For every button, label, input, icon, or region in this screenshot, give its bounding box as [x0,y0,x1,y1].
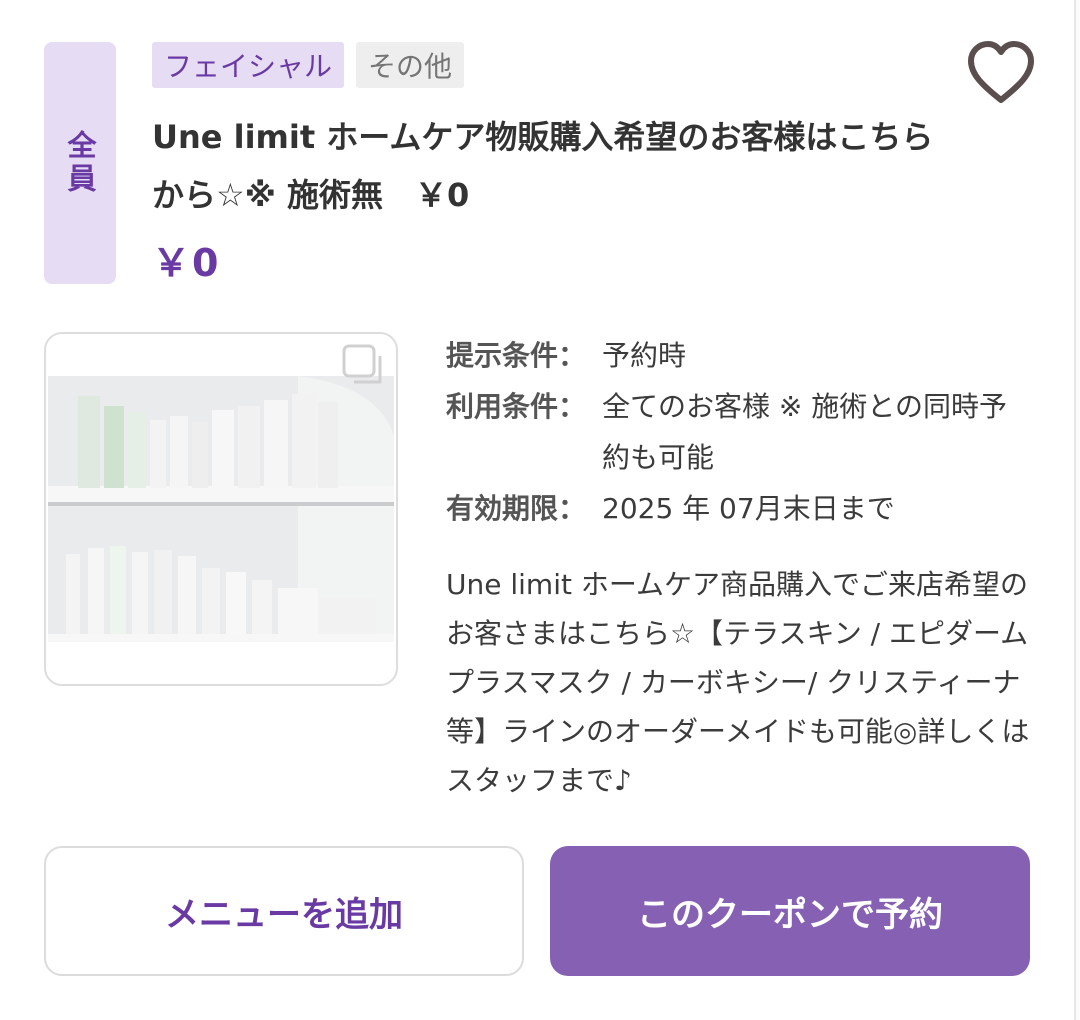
tag-facial: フェイシャル [152,42,345,88]
target-badge: 全員 [44,42,116,284]
coupon-title: Une limit ホームケア物販購入希望のお客様はこちらから☆※ 施術無 ￥0 [152,118,934,214]
coupon-photo[interactable] [44,332,398,686]
condition-label: 有効期限： [446,492,587,525]
condition-value: 2025 年 07月末日まで [602,492,895,525]
target-label: 全員 [63,130,97,196]
condition-expiry: 有効期限： 2025 年 07月末日まで [446,483,1046,534]
stacked-images-icon [342,344,382,384]
category-tags: フェイシャル その他 [152,42,465,88]
condition-value: 予約時 [602,339,687,372]
shelf-products-photo [48,376,394,642]
condition-usage: 利用条件： 全てのお客様 ※ 施術との同時予約も可能 [446,381,1046,483]
reserve-with-coupon-button[interactable]: このクーポンで予約 [550,846,1030,976]
condition-presentation: 提示条件： 予約時 [446,330,1046,381]
condition-label: 利用条件： [446,390,587,423]
add-menu-button[interactable]: メニューを追加 [44,846,524,976]
condition-value: 全てのお客様 ※ 施術との同時予約も可能 [602,390,1007,474]
coupon-conditions: 提示条件： 予約時 利用条件： 全てのお客様 ※ 施術との同時予約も可能 有効期… [446,330,1046,534]
condition-label: 提示条件： [446,339,587,372]
favorite-button[interactable] [966,40,1036,106]
coupon-description: Une limit ホームケア商品購入でご来店希望のお客さまはこちら☆【テラスキ… [446,568,1030,797]
tag-other: その他 [356,42,465,88]
coupon-price: ￥0 [152,241,221,285]
heart-outline-icon [968,41,1034,103]
coupon-card: 全員 フェイシャル その他 Une limit ホームケア物販購入希望のお客様は… [0,0,1076,1020]
